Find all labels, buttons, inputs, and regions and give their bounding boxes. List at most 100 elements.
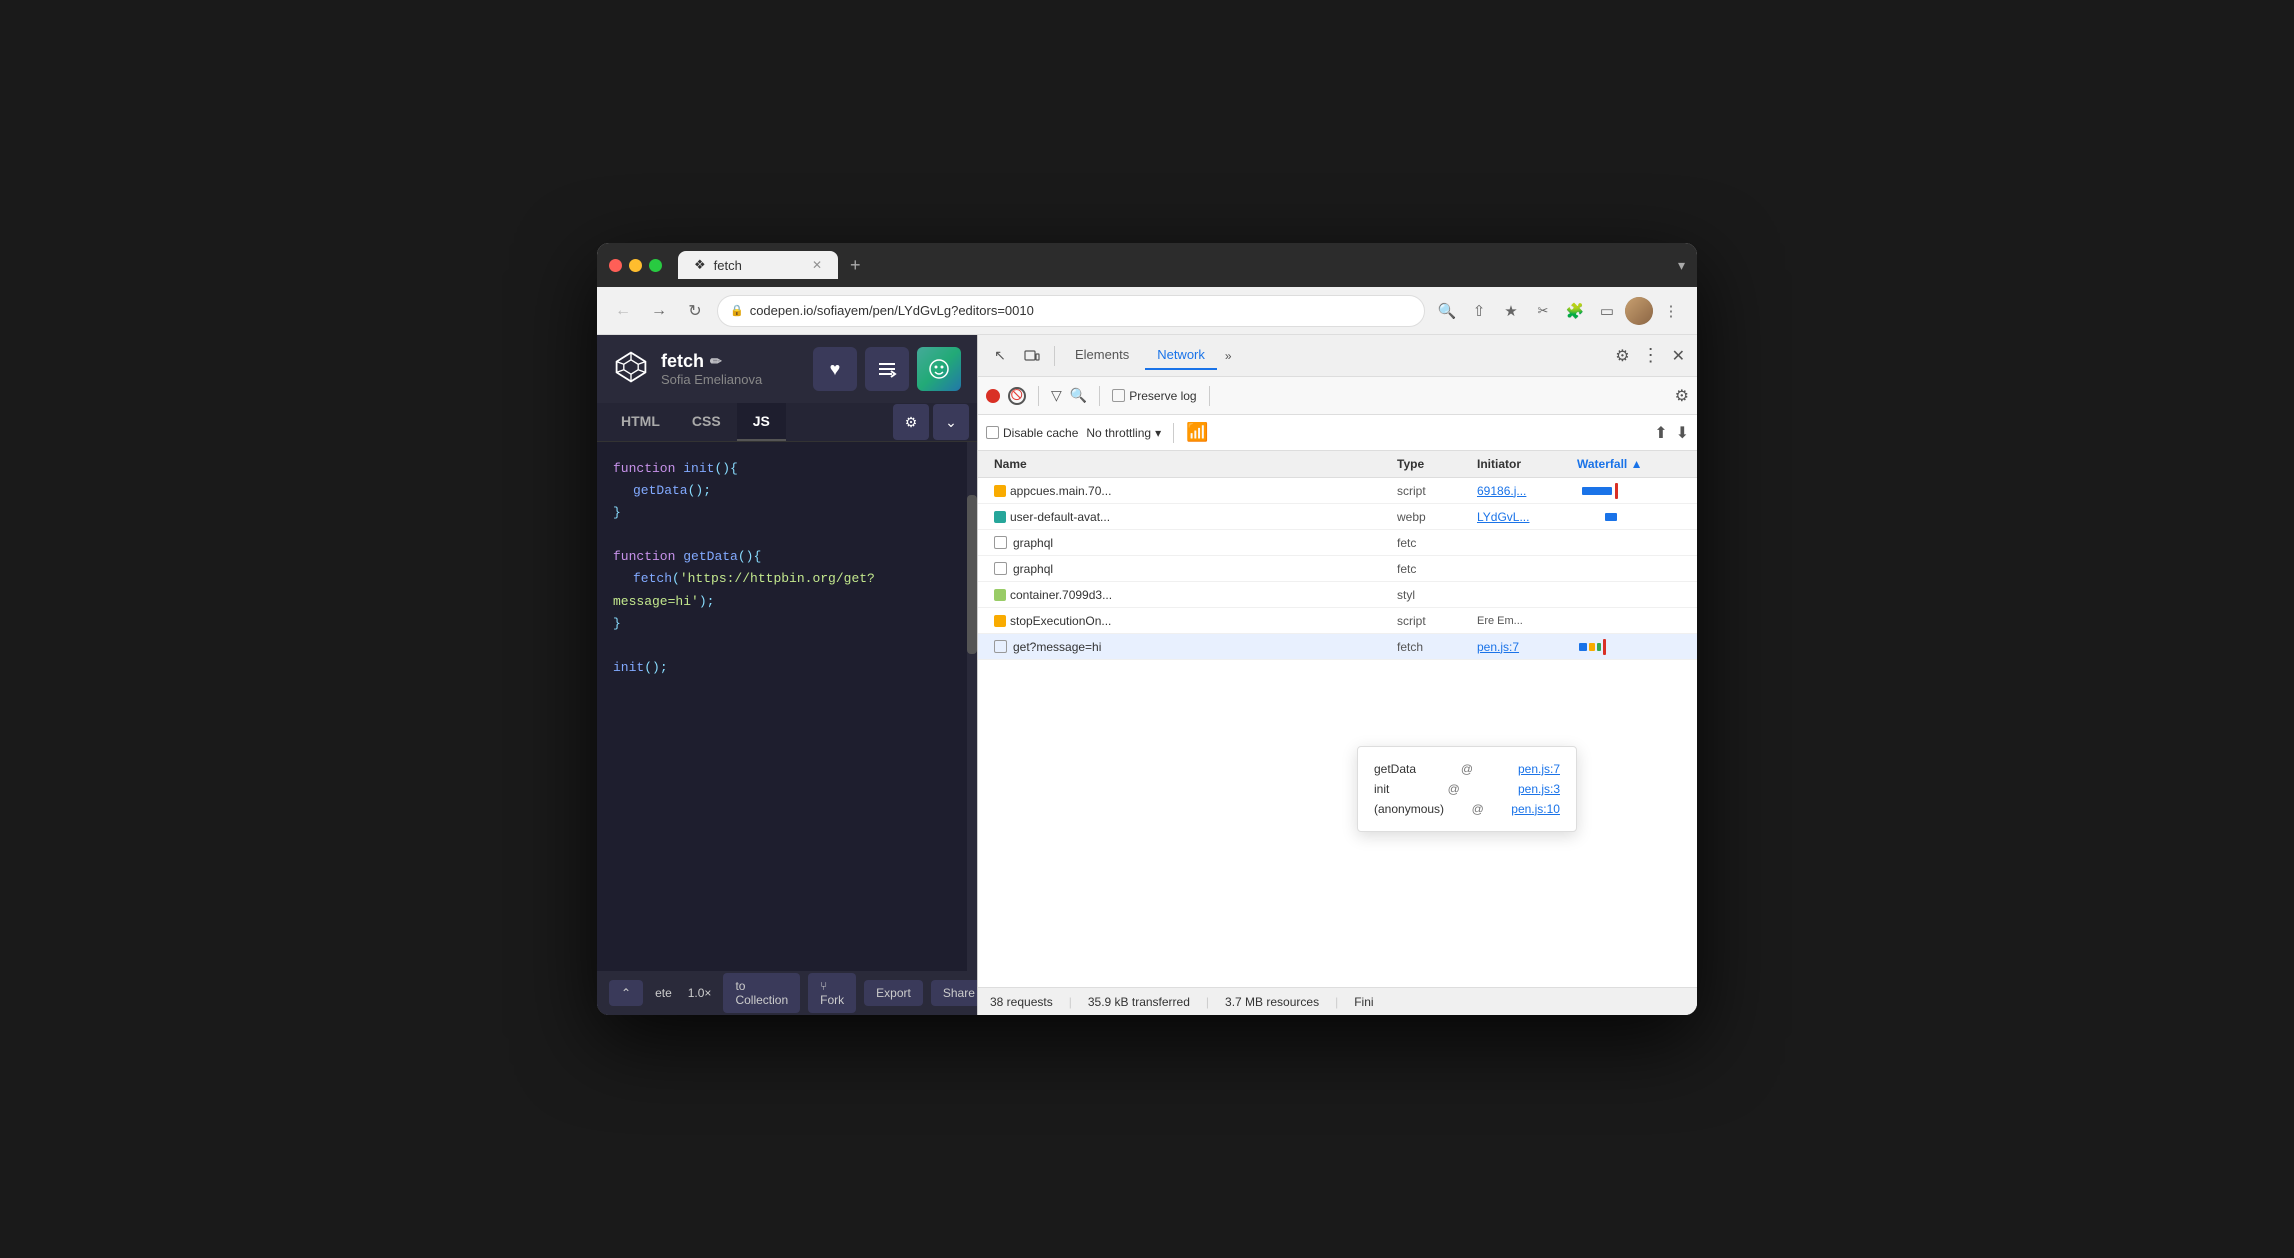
face-button[interactable] xyxy=(917,347,961,391)
tab-js[interactable]: JS xyxy=(737,403,786,441)
collection-button[interactable]: to Collection xyxy=(723,973,800,1013)
stop-button[interactable]: 🚫 xyxy=(1008,387,1026,405)
new-tab-button[interactable]: + xyxy=(842,255,869,276)
search-network-icon[interactable]: 🔍 xyxy=(1070,387,1087,404)
devtools-menu-icon[interactable]: ⋮ xyxy=(1638,341,1664,370)
url-text: codepen.io/sofiayem/pen/LYdGvLg?editors=… xyxy=(750,303,1034,318)
forward-button[interactable]: → xyxy=(645,297,673,325)
call-fn-1: getData xyxy=(1374,762,1416,776)
maximize-button[interactable] xyxy=(649,259,662,272)
th-type[interactable]: Type xyxy=(1389,451,1469,477)
code-editor[interactable]: function init(){ getData(); } function g… xyxy=(597,442,977,971)
more-tabs-icon[interactable]: » xyxy=(1221,343,1236,369)
search-icon[interactable]: 🔍 xyxy=(1433,297,1461,325)
row-initiator[interactable]: LYdGvL... xyxy=(1469,508,1569,526)
share-icon[interactable]: ⇧ xyxy=(1465,297,1493,325)
row-type: fetch xyxy=(1389,638,1469,656)
edit-icon[interactable]: ✏ xyxy=(710,353,722,370)
heart-button[interactable]: ♥ xyxy=(813,347,857,391)
row-initiator[interactable]: 69186.j... xyxy=(1469,482,1569,500)
table-row[interactable]: user-default-avat... webp LYdGvL... xyxy=(978,504,1697,530)
call-link-2[interactable]: pen.js:3 xyxy=(1518,782,1560,796)
chevron-down-button[interactable]: ⌄ xyxy=(933,404,969,440)
scrollbar-track[interactable] xyxy=(967,442,977,971)
row-name: graphql xyxy=(986,560,1389,578)
call-link-1[interactable]: pen.js:7 xyxy=(1518,762,1560,776)
resource-icon xyxy=(994,511,1006,523)
list-button[interactable] xyxy=(865,347,909,391)
scrollbar-thumb[interactable] xyxy=(967,495,977,654)
resource-icon xyxy=(994,485,1006,497)
row-initiator xyxy=(1469,593,1569,597)
arrow-icon: ⌃ xyxy=(621,986,631,1000)
back-button[interactable]: ← xyxy=(609,297,637,325)
call-stack-tooltip: getData @ pen.js:7 init @ pen.js:3 (anon… xyxy=(1357,746,1577,832)
call-link-3[interactable]: pen.js:10 xyxy=(1511,802,1560,816)
devtools-area: ↖ Elements Network » ⚙ ⋮ ✕ 🚫 xyxy=(977,335,1697,1015)
inspect-element-icon[interactable]: ↖ xyxy=(986,342,1014,370)
row-checkbox[interactable] xyxy=(994,640,1007,653)
codepen-author: Sofia Emelianova xyxy=(661,372,801,387)
bookmark-icon[interactable]: ★ xyxy=(1497,297,1525,325)
footer-arrow-button[interactable]: ⌃ xyxy=(609,980,643,1006)
th-waterfall[interactable]: Waterfall ▲ xyxy=(1569,451,1669,477)
record-button[interactable] xyxy=(986,389,1000,403)
download-icon[interactable]: ⬇ xyxy=(1676,423,1689,443)
row-checkbox[interactable] xyxy=(994,562,1007,575)
active-tab[interactable]: ❖ fetch ✕ xyxy=(678,251,838,279)
th-name[interactable]: Name xyxy=(986,451,1389,477)
th-initiator[interactable]: Initiator xyxy=(1469,451,1569,477)
preserve-log-checkbox[interactable] xyxy=(1112,389,1125,402)
close-button[interactable] xyxy=(609,259,622,272)
row-name: graphql xyxy=(986,534,1389,552)
controls-separator-3 xyxy=(1209,386,1210,406)
row-initiator[interactable]: pen.js:7 xyxy=(1469,638,1569,656)
row-extra xyxy=(1669,593,1689,597)
resource-icon xyxy=(994,589,1006,601)
settings-button[interactable]: ⚙ xyxy=(893,404,929,440)
table-row[interactable]: graphql fetc xyxy=(978,530,1697,556)
fork-button[interactable]: ⑂ Fork xyxy=(808,973,856,1013)
row-initiator xyxy=(1469,567,1569,571)
url-bar[interactable]: 🔒 codepen.io/sofiayem/pen/LYdGvLg?editor… xyxy=(717,295,1425,327)
tab-elements[interactable]: Elements xyxy=(1063,341,1141,370)
call-at-2: @ xyxy=(1448,782,1460,796)
devtools-close-icon[interactable]: ✕ xyxy=(1668,342,1689,370)
throttle-select[interactable]: No throttling ▾ xyxy=(1086,426,1161,440)
wifi-icon[interactable]: 📶 xyxy=(1186,422,1208,443)
table-row[interactable]: container.7099d3... styl xyxy=(978,582,1697,608)
disable-cache-checkbox[interactable] xyxy=(986,426,999,439)
tab-html[interactable]: HTML xyxy=(605,403,676,441)
call-stack-row-2: init @ pen.js:3 xyxy=(1374,779,1560,799)
device-toolbar-icon[interactable] xyxy=(1018,342,1046,370)
minimize-button[interactable] xyxy=(629,259,642,272)
tab-favicon: ❖ xyxy=(694,257,706,273)
filter-icon[interactable]: ▽ xyxy=(1051,387,1062,404)
network-settings-icon[interactable]: ⚙ xyxy=(1675,386,1689,406)
tab-chevron-icon[interactable]: ▾ xyxy=(1678,257,1685,274)
table-row[interactable]: graphql fetc xyxy=(978,556,1697,582)
tab-title: fetch xyxy=(714,258,742,273)
traffic-lights xyxy=(609,259,662,272)
tab-css[interactable]: CSS xyxy=(676,403,737,441)
chrome-menu-icon[interactable]: ⋮ xyxy=(1657,297,1685,325)
row-checkbox[interactable] xyxy=(994,536,1007,549)
row-type: webp xyxy=(1389,508,1469,526)
extensions-icon[interactable]: 🧩 xyxy=(1561,297,1589,325)
cut-icon[interactable]: ✂ xyxy=(1529,297,1557,325)
upload-icon[interactable]: ⬆ xyxy=(1654,423,1667,443)
controls-separator xyxy=(1038,386,1039,406)
table-row[interactable]: appcues.main.70... script 69186.j... xyxy=(978,478,1697,504)
row-waterfall xyxy=(1569,567,1669,571)
profile-avatar[interactable] xyxy=(1625,297,1653,325)
sidebar-icon[interactable]: ▭ xyxy=(1593,297,1621,325)
tab-close-icon[interactable]: ✕ xyxy=(812,258,822,272)
codepen-header: fetch ✏ Sofia Emelianova ♥ xyxy=(597,335,977,403)
tab-network[interactable]: Network xyxy=(1145,341,1217,370)
table-row[interactable]: stopExecutionOn... script Ere Em... xyxy=(978,608,1697,634)
devtools-settings-icon[interactable]: ⚙ xyxy=(1611,342,1633,370)
reload-button[interactable]: ↻ xyxy=(681,297,709,325)
export-button[interactable]: Export xyxy=(864,980,923,1006)
code-line-4 xyxy=(613,524,961,546)
table-row-selected[interactable]: get?message=hi fetch pen.js:7 xyxy=(978,634,1697,660)
